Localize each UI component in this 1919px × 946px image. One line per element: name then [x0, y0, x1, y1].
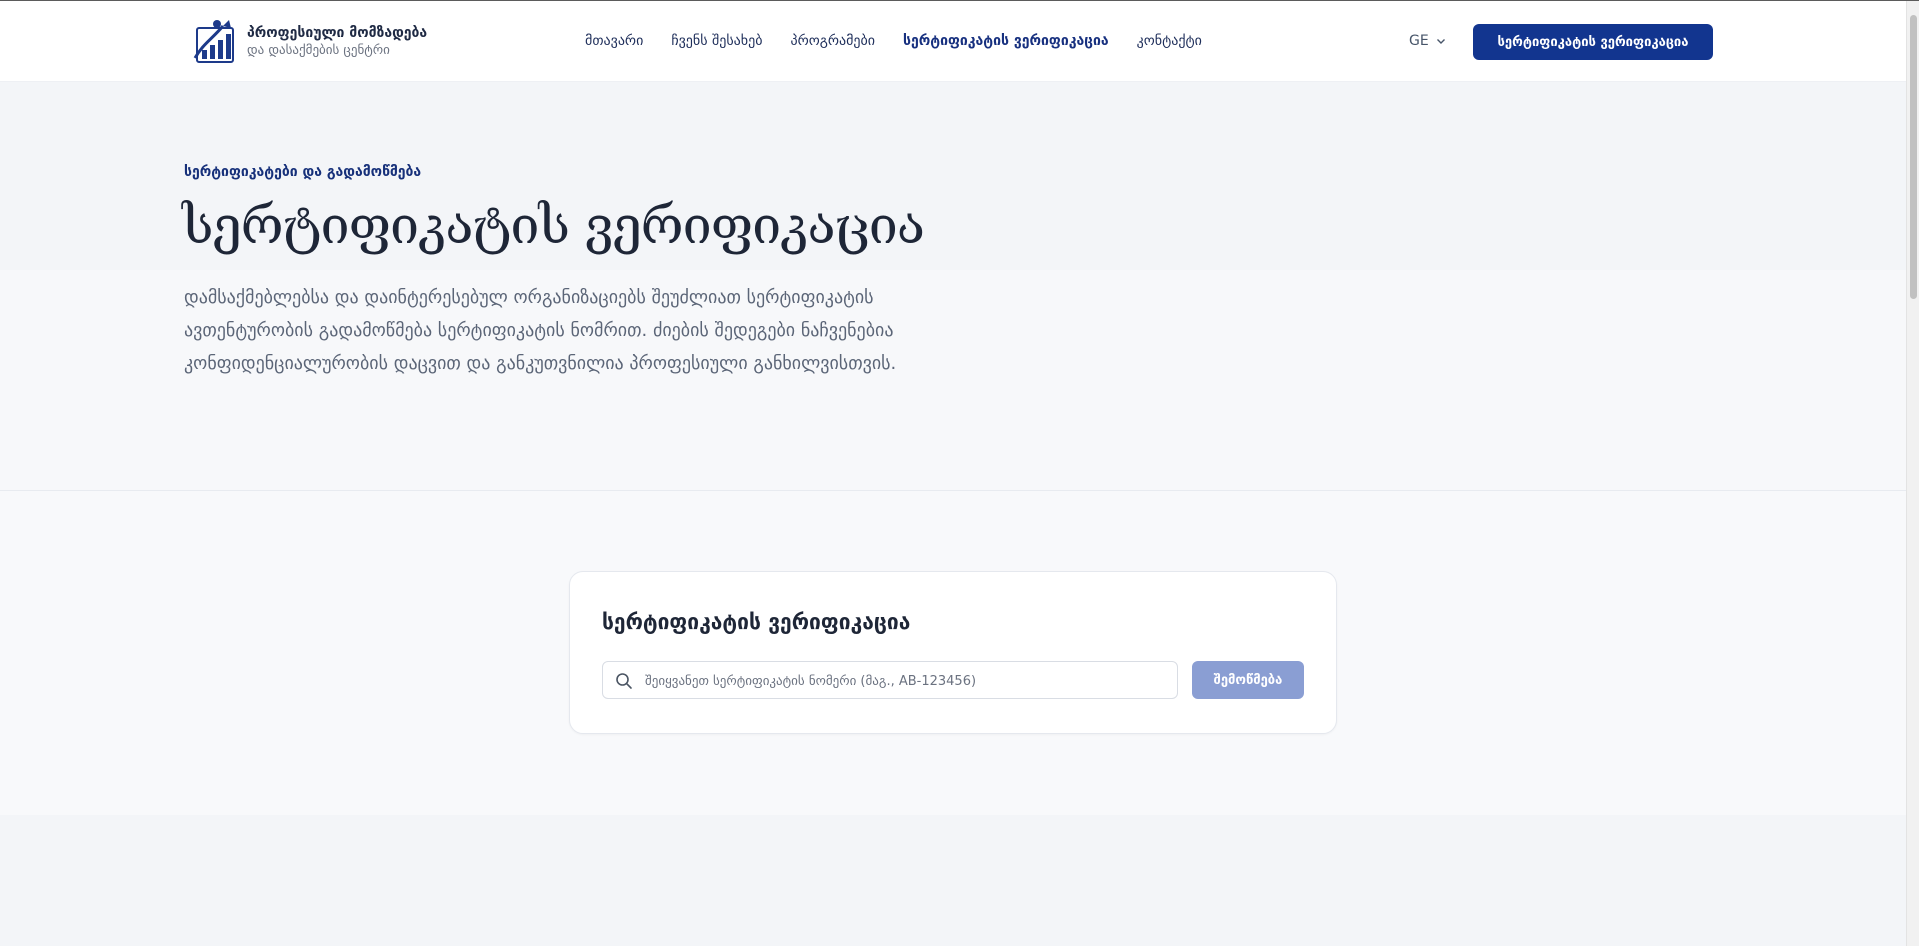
site-header: პროფესიული მომზადება და დასაქმების ცენტრ… [0, 1, 1906, 82]
certificate-search-field[interactable] [602, 661, 1178, 700]
nav-contact[interactable]: კონტაქტი [1137, 33, 1202, 49]
brand-subtitle: და დასაქმების ცენტრი [247, 43, 390, 58]
footer-band [0, 815, 1906, 946]
brand-name[interactable]: პროფესიული მომზადება [247, 25, 427, 41]
card-title: სერტიფიკატის ვერიფიკაცია [602, 610, 911, 634]
main-nav: მთავარი ჩვენს შესახებ პროგრამები სერტიფი… [585, 33, 1202, 49]
page-scrollbar[interactable] [1906, 1, 1919, 946]
nav-about[interactable]: ჩვენს შესახებ [671, 33, 762, 49]
language-selector[interactable]: GE [1409, 33, 1446, 49]
search-icon [616, 673, 632, 689]
logo-icon[interactable] [193, 18, 237, 64]
nav-home[interactable]: მთავარი [585, 33, 643, 49]
hero-description: დამსაქმებლებსა და დაინტერესებულ ორგანიზა… [184, 287, 897, 374]
check-button[interactable]: შემოწმება [1192, 661, 1304, 699]
nav-programs[interactable]: პროგრამები [790, 33, 875, 49]
nav-certificate-verification[interactable]: სერტიფიკატის ვერიფიკაცია [903, 33, 1109, 49]
certificate-number-input[interactable] [643, 662, 1172, 700]
hero-eyebrow: სერტიფიკატები და გადამოწმება [184, 164, 422, 180]
language-code: GE [1409, 33, 1429, 49]
chevron-down-icon [1436, 39, 1445, 44]
verification-card: სერტიფიკატის ვერიფიკაცია შემოწმება [569, 571, 1337, 734]
scrollbar-thumb[interactable] [1910, 15, 1917, 299]
header-verify-button[interactable]: სერტიფიკატის ვერიფიკაცია [1473, 24, 1713, 60]
page-title: სერტიფიკატის ვერიფიკაცია [182, 196, 925, 256]
